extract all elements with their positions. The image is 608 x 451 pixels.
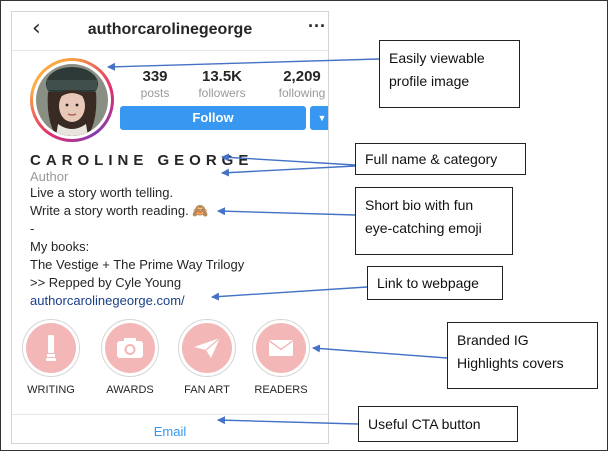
highlight-readers[interactable]: READERS xyxy=(248,319,314,396)
callout-highlights: Branded IG Highlights covers xyxy=(447,322,598,389)
callout-bio: Short bio with fun eye-catching emoji xyxy=(355,187,513,255)
callout-name-category: Full name & category xyxy=(355,143,526,175)
camera-icon xyxy=(117,338,143,358)
email-cta-button[interactable]: Email xyxy=(12,424,328,439)
envelope-icon xyxy=(269,340,293,356)
cta-divider xyxy=(12,414,328,415)
more-options-icon[interactable]: ··· xyxy=(308,16,326,37)
posts-stat[interactable]: 339 posts xyxy=(130,68,180,100)
posts-count: 339 xyxy=(142,68,168,85)
callout-profile-image: Easily viewable profile image xyxy=(379,40,520,108)
bio-line: >> Repped by Cyle Young xyxy=(30,275,182,290)
followers-label: followers xyxy=(198,86,246,100)
profile-username: authorcarolinegeorge xyxy=(87,21,253,38)
suggested-dropdown-button[interactable]: ▼ xyxy=(310,106,328,130)
profile-avatar[interactable] xyxy=(30,58,114,142)
profile-full-name: CAROLINE GEORGE xyxy=(30,152,254,169)
following-label: following xyxy=(278,86,326,100)
following-stat[interactable]: 2,209 following xyxy=(270,68,328,100)
highlight-awards[interactable]: AWARDS xyxy=(97,319,163,396)
profile-category: Author xyxy=(30,169,69,184)
callout-cta: Useful CTA button xyxy=(358,406,518,442)
followers-count: 13.5K xyxy=(201,68,243,85)
highlight-label: AWARDS xyxy=(106,384,154,396)
pencil-icon xyxy=(46,335,56,361)
highlight-label: READERS xyxy=(254,384,308,396)
bio-line: Write a story worth reading. 🙈 xyxy=(30,203,209,218)
highlight-writing[interactable]: WRITING xyxy=(18,319,84,396)
following-count: 2,209 xyxy=(283,68,321,85)
avatar-photo xyxy=(36,64,108,136)
bio-line: - xyxy=(30,221,35,236)
instagram-profile-screenshot: ‹ authorcarolinegeorge ··· 339 posts 13.… xyxy=(11,11,329,444)
highlight-label: FAN ART xyxy=(184,384,230,396)
paper-plane-icon xyxy=(194,337,221,358)
bio-line: Live a story worth telling. xyxy=(30,185,174,200)
highlight-fan-art[interactable]: FAN ART xyxy=(174,319,240,396)
bio-line: The Vestige + The Prime Way Trilogy xyxy=(30,257,245,272)
posts-label: posts xyxy=(140,86,170,100)
callout-link: Link to webpage xyxy=(367,266,503,300)
highlight-label: WRITING xyxy=(27,384,75,396)
followers-stat[interactable]: 13.5K followers xyxy=(190,68,254,100)
header-divider xyxy=(12,50,328,51)
website-link[interactable]: authorcarolinegeorge.com/ xyxy=(30,293,185,308)
follow-button[interactable]: Follow xyxy=(120,106,306,130)
bio-line: My books: xyxy=(30,239,90,254)
